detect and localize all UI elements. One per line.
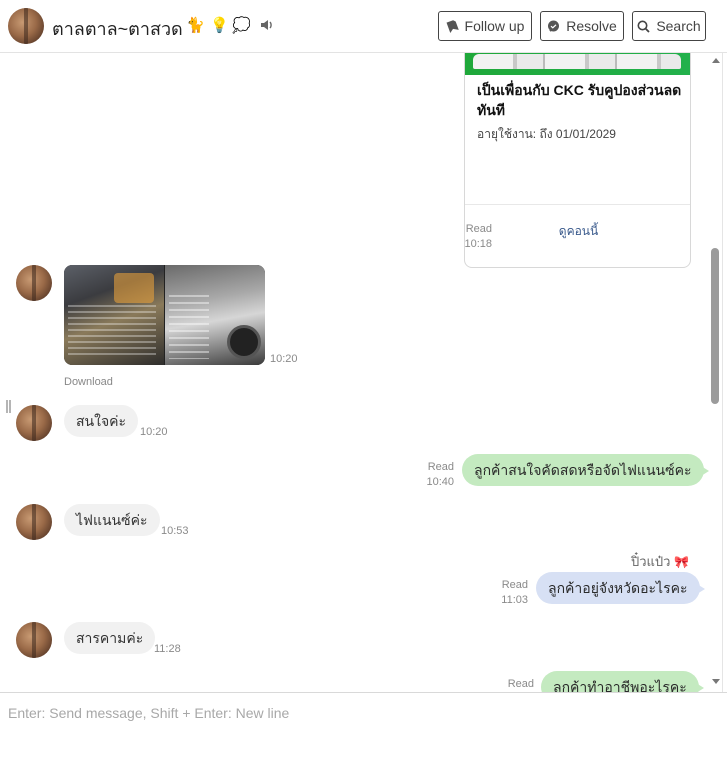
follow-up-label: Follow up [464,18,525,34]
bulb-emoji: 💡 [210,17,229,34]
incoming-message: ไฟแนนซ์ค่ะ [64,504,160,536]
incoming-message: สารคามค่ะ [64,622,156,654]
panel-divider [722,53,723,692]
photo-thumbnail[interactable] [165,265,265,365]
read-status: Read [507,678,534,690]
search-icon [637,20,650,33]
incoming-message: สนใจค่ะ [64,405,139,437]
scrollbar-thumb[interactable] [711,248,719,404]
coupon-expiry: อายุใช้งาน: ถึง 01/01/2029 [477,127,616,141]
search-button[interactable]: Search [632,11,706,41]
sender-avatar[interactable] [16,622,52,658]
ribbon-emoji: 🎀 [674,555,690,569]
read-status: Read 10:18 [464,223,492,250]
message-list[interactable]: เป็นเพื่อนกับ CKC รับคูปองส่วนลดทันที อา… [0,53,709,692]
search-label: Search [656,18,701,34]
message-time: 10:53 [161,525,189,537]
image-message[interactable] [64,265,265,365]
drag-handle[interactable] [6,400,11,413]
scroll-up-arrow-icon[interactable] [712,58,720,63]
message-time: 10:20 [270,353,298,365]
coupon-title: เป็นเพื่อนกับ CKC รับคูปองส่วนลดทันที [477,82,682,118]
resolve-label: Resolve [566,18,617,34]
message-input[interactable] [0,693,727,773]
chat-header: ตาลตาล~ตาสวด 🐈 💡 💭 Follow up Resolve Sea… [0,0,727,53]
coupon-banner-image [465,53,690,75]
sender-avatar[interactable] [16,405,52,441]
coupon-card[interactable]: เป็นเพื่อนกับ CKC รับคูปองส่วนลดทันที อา… [464,53,691,268]
sender-avatar[interactable] [16,265,52,301]
resolve-button[interactable]: Resolve [540,11,624,41]
follow-up-button[interactable]: Follow up [438,11,532,41]
contact-name: ตาลตาล~ตาสวด [52,19,183,39]
download-link[interactable]: Download [64,376,113,388]
speaker-icon[interactable] [260,18,274,37]
photo-thumbnail[interactable] [64,265,164,365]
outgoing-message: ลูกค้าทำอาชีพอะไรคะ [541,671,704,692]
sender-avatar[interactable] [16,504,52,540]
staff-name: ปิ๋วแป๋ว 🎀 [631,554,690,569]
message-time: 10:20 [140,426,168,438]
message-time: 11:28 [154,643,181,655]
outgoing-message: ลูกค้าสนใจคัดสดหรือจัดไฟแนนซ์คะ [462,454,708,486]
message-composer [0,692,727,773]
coupon-view-link[interactable]: ดูคอนนี้ [465,222,690,241]
scroll-down-arrow-icon[interactable] [712,679,720,684]
chat-bubble-icon [547,20,560,33]
coupon-divider [465,204,690,205]
follow-up-icon [446,19,459,33]
contact-avatar[interactable] [8,8,44,44]
cat-emoji: 🐈 [186,17,205,34]
read-status: Read 10:40 [426,461,454,488]
read-status: Read 11:03 [501,579,528,606]
outgoing-message: ลูกค้าอยู่จังหวัดอะไรคะ [536,572,704,604]
thought-emoji: 💭 [232,17,251,34]
